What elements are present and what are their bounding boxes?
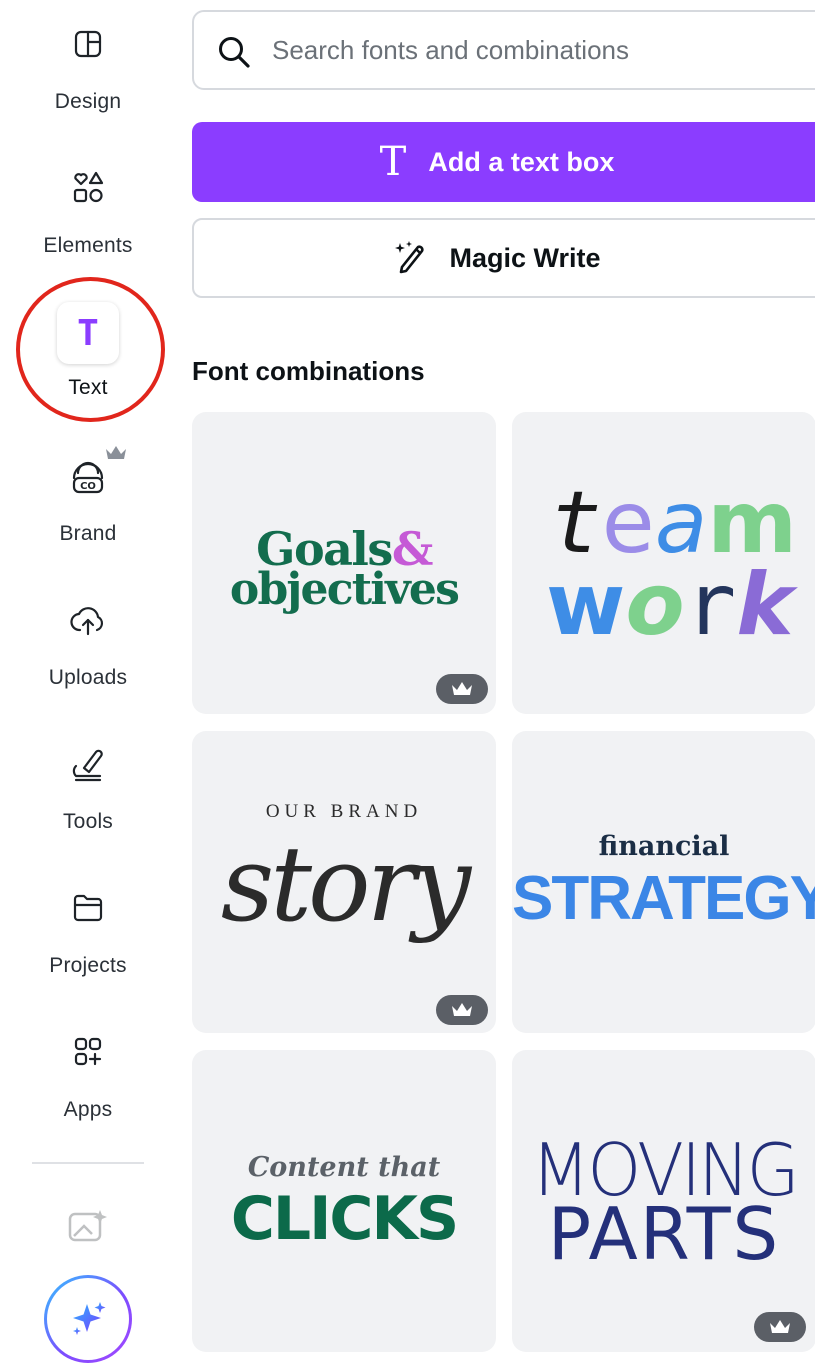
card-subheading: PARTS <box>547 1192 781 1276</box>
premium-crown-icon <box>106 446 126 459</box>
font-combo-card-goals[interactable]: Goals& objectives <box>192 412 496 714</box>
font-combo-card-story[interactable]: OUR BRAND story <box>192 731 496 1033</box>
sidebar-item-tools[interactable]: Tools <box>0 736 176 856</box>
section-title: Font combinations <box>192 356 425 386</box>
card-heading: OUR BRAND <box>265 801 423 822</box>
sidebar-item-label: Tools <box>62 810 114 833</box>
magic-pen-icon <box>395 241 425 274</box>
apps-grid-icon <box>60 1024 116 1080</box>
cloud-upload-icon <box>60 592 116 648</box>
sidebar-item-brand[interactable]: CO Brand <box>0 448 176 568</box>
layout-icon <box>60 16 116 72</box>
svg-text:CO: CO <box>80 481 96 492</box>
side-rail: Design Elements T Text CO Brand Uploads … <box>0 0 176 1369</box>
sidebar-item-projects[interactable]: Projects <box>0 880 176 1000</box>
search-field[interactable] <box>192 10 815 90</box>
sidebar-divider <box>32 1162 144 1164</box>
card-subheading: CLICKS <box>230 1184 459 1254</box>
crown-icon <box>452 1003 472 1016</box>
sidebar-item-uploads[interactable]: Uploads <box>0 592 176 712</box>
folder-icon <box>60 880 116 936</box>
card-subheading: objectives <box>229 564 460 615</box>
sidebar-item-label: Projects <box>49 954 127 977</box>
sidebar-item-elements[interactable]: Elements <box>0 160 176 280</box>
card-subheading: story <box>220 823 471 945</box>
sidebar-item-label: Text <box>68 376 108 399</box>
card-heading: financial <box>598 831 730 862</box>
image-sparkle-icon[interactable] <box>66 1206 110 1246</box>
font-combo-card-teamwork[interactable]: team work <box>512 412 815 714</box>
magic-write-label: Magic Write <box>449 242 601 273</box>
sidebar-item-label: Apps <box>63 1098 113 1121</box>
card-subheading: STRATEGY <box>512 864 815 933</box>
sidebar-item-design[interactable]: Design <box>0 16 176 136</box>
text-t-icon: T <box>379 139 407 185</box>
pen-tool-icon <box>60 736 116 792</box>
shapes-icon <box>60 160 116 216</box>
search-icon <box>219 37 250 68</box>
sidebar-item-apps[interactable]: Apps <box>0 1024 176 1144</box>
card-subheading: work <box>546 555 794 655</box>
search-input[interactable] <box>272 28 792 72</box>
font-combo-card-moving[interactable]: MOVING PARTS <box>512 1050 815 1352</box>
text-panel-screen: Design Elements T Text CO Brand Uploads … <box>0 0 815 1369</box>
font-combo-card-financial[interactable]: financial STRATEGY <box>512 731 815 1033</box>
sidebar-item-label: Elements <box>43 234 133 257</box>
sidebar-item-label: Uploads <box>48 666 128 689</box>
font-combo-card-clicks[interactable]: Content that CLICKS <box>192 1050 496 1352</box>
crown-icon <box>452 682 472 695</box>
premium-badge <box>436 995 488 1025</box>
magic-write-button[interactable]: Magic Write <box>192 218 815 298</box>
sparkle-icon <box>73 1302 106 1335</box>
crown-icon <box>770 1320 790 1333</box>
add-text-box-button[interactable]: T Add a text box <box>192 122 815 202</box>
sidebar-item-label: Design <box>54 90 122 113</box>
sidebar-item-label: Brand <box>59 522 117 545</box>
premium-badge <box>436 674 488 704</box>
magic-assistant-button[interactable] <box>44 1275 132 1363</box>
card-heading: Content that <box>247 1152 441 1183</box>
card-heading: team <box>550 473 798 573</box>
sidebar-item-text[interactable]: Text <box>0 302 176 406</box>
add-text-box-label: Add a text box <box>428 146 615 177</box>
premium-badge <box>754 1312 806 1342</box>
